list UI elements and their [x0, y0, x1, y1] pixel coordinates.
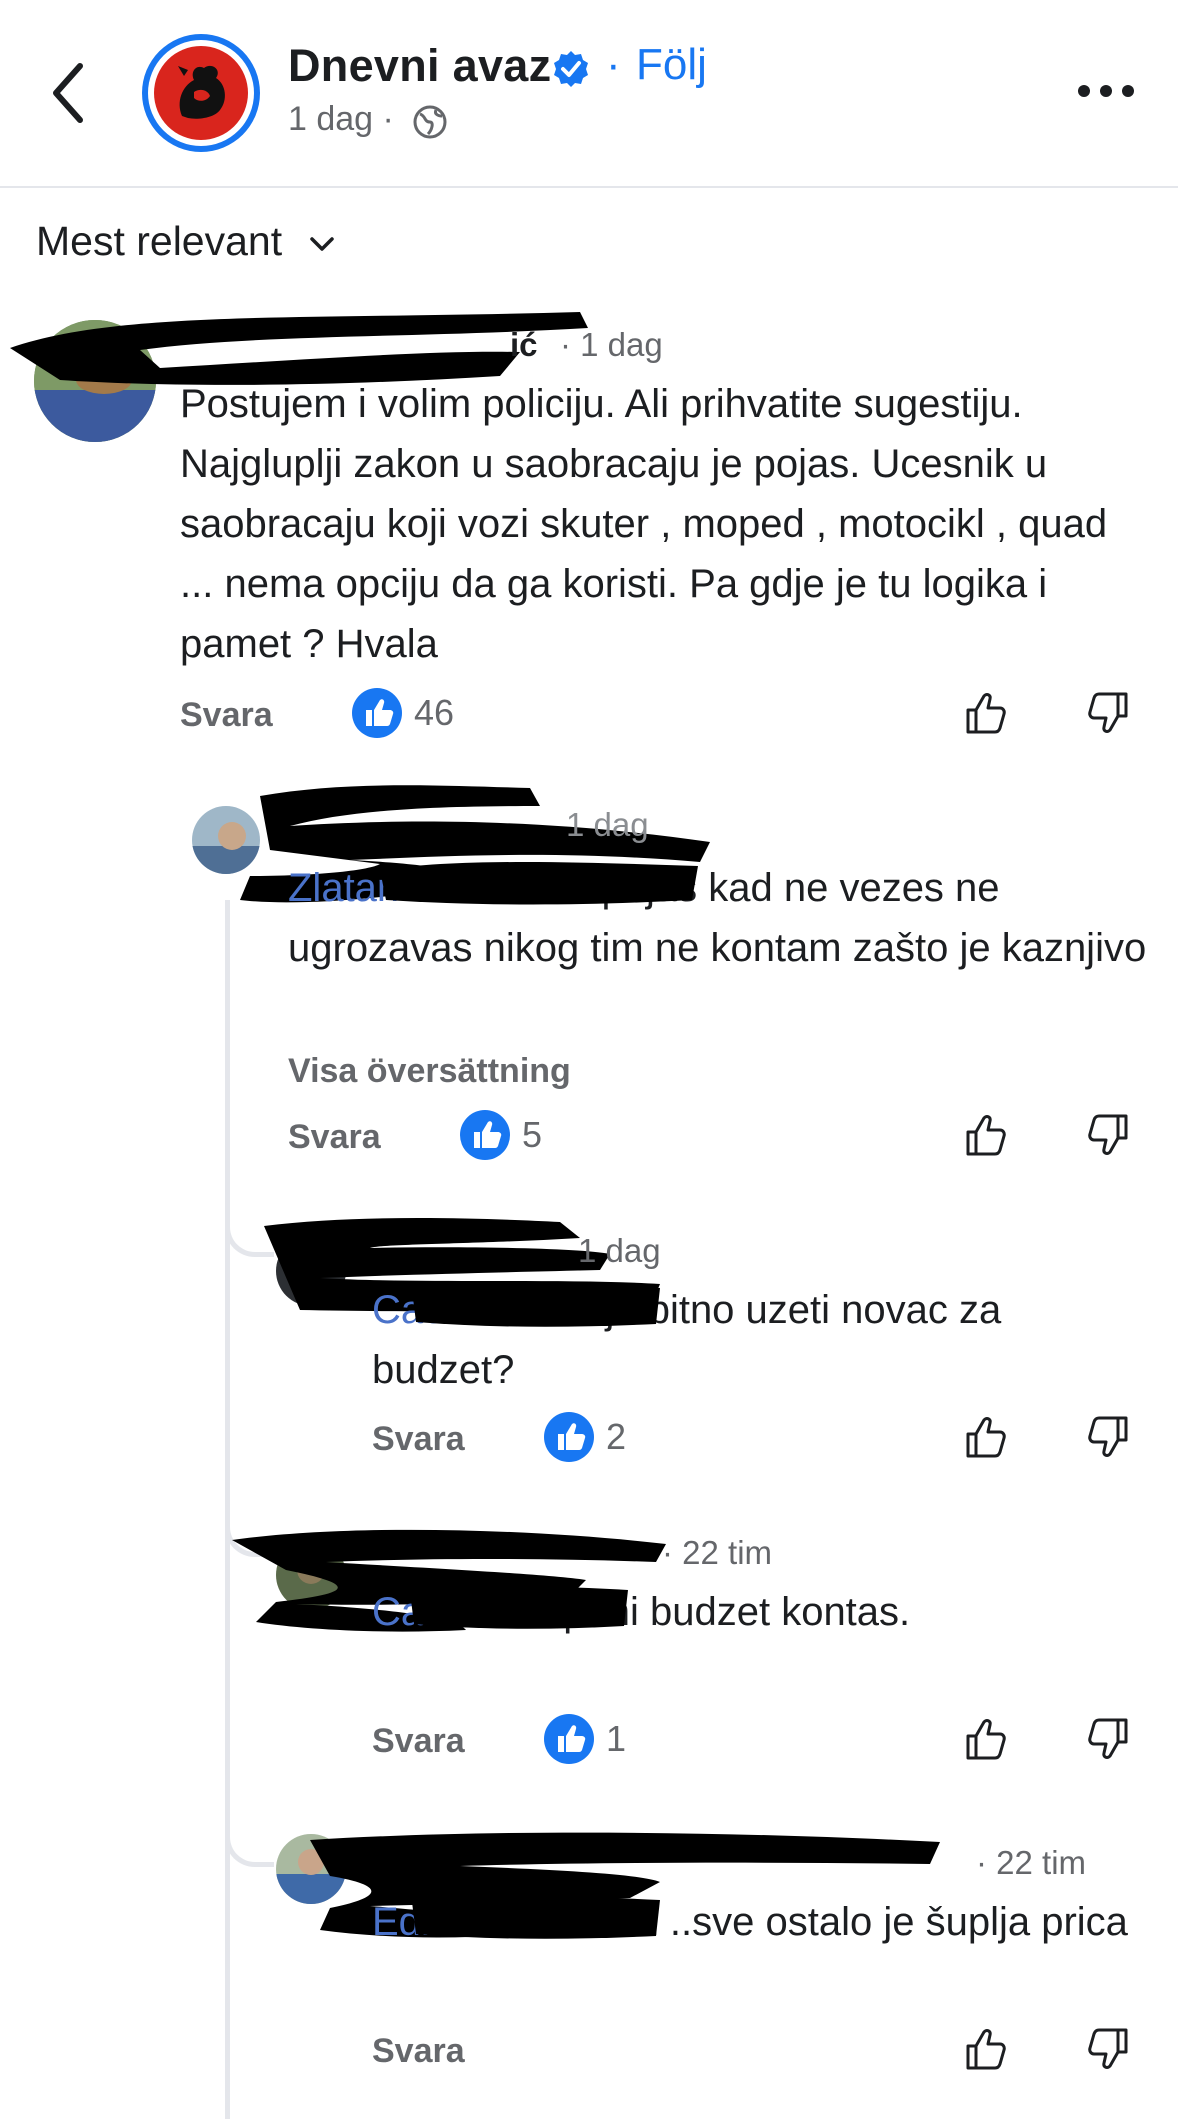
comment-author[interactable]: ić	[510, 326, 538, 364]
reply-button[interactable]: Svara	[372, 2032, 465, 2071]
redaction-mark	[412, 1284, 660, 1327]
page-avatar[interactable]	[142, 34, 260, 152]
more-options-icon[interactable]	[1076, 78, 1136, 104]
dislike-icon[interactable]	[1082, 688, 1132, 738]
reply-button[interactable]: Svara	[372, 1722, 465, 1761]
like-reaction-icon	[558, 1423, 586, 1450]
show-translation-link[interactable]: Visa översättning	[288, 1052, 571, 1091]
back-arrow-icon[interactable]	[48, 58, 88, 128]
comment-time: 1 dag	[566, 806, 649, 843]
like-reaction-icon	[474, 1121, 502, 1148]
thread-connector	[225, 1822, 274, 1867]
comment-text: Postujem i volim policiju. Ali prihvatit…	[180, 382, 1108, 666]
globe-icon	[413, 105, 447, 139]
comment-time: · 22 tim	[662, 1534, 773, 1571]
dislike-icon[interactable]	[1082, 1714, 1132, 1764]
like-icon[interactable]	[962, 688, 1012, 738]
redaction-mark	[412, 1896, 660, 1939]
like-icon[interactable]	[962, 1110, 1012, 1160]
sort-label: Mest relevant	[36, 218, 283, 264]
like-icon[interactable]	[962, 1412, 1012, 1462]
reply-button[interactable]: Svara	[288, 1118, 381, 1157]
page-logo-icon	[178, 65, 225, 119]
sort-dropdown[interactable]: Mest relevant	[36, 218, 336, 265]
thread-line	[225, 900, 230, 2119]
dislike-icon[interactable]	[1082, 2024, 1132, 2074]
reply-button[interactable]: Svara	[372, 1420, 465, 1459]
page-name[interactable]: Dnevni avaz	[288, 40, 551, 92]
chevron-down-icon	[309, 237, 334, 251]
comment-time: 1 dag	[578, 1232, 661, 1269]
like-reaction-icon	[558, 1725, 586, 1752]
reply-button[interactable]: Svara	[180, 696, 273, 735]
like-icon[interactable]	[962, 1714, 1012, 1764]
like-icon[interactable]	[962, 2024, 1012, 2074]
follow-button[interactable]: Följ	[636, 40, 707, 90]
comment-time: · 1 dag	[560, 326, 663, 363]
post-time: 1 dag ·	[288, 100, 394, 138]
post-header: Dnevni avaz · Följ 1 dag ·	[0, 0, 1178, 188]
redaction-mark	[410, 1586, 628, 1629]
like-reaction-icon	[366, 699, 394, 726]
dislike-icon[interactable]	[1082, 1110, 1132, 1160]
follow-separator: ·	[606, 40, 621, 89]
redaction-mark	[380, 862, 698, 905]
dislike-icon[interactable]	[1082, 1412, 1132, 1462]
comment-time: · 22 tim	[976, 1844, 1087, 1881]
verified-badge-icon	[554, 51, 588, 87]
